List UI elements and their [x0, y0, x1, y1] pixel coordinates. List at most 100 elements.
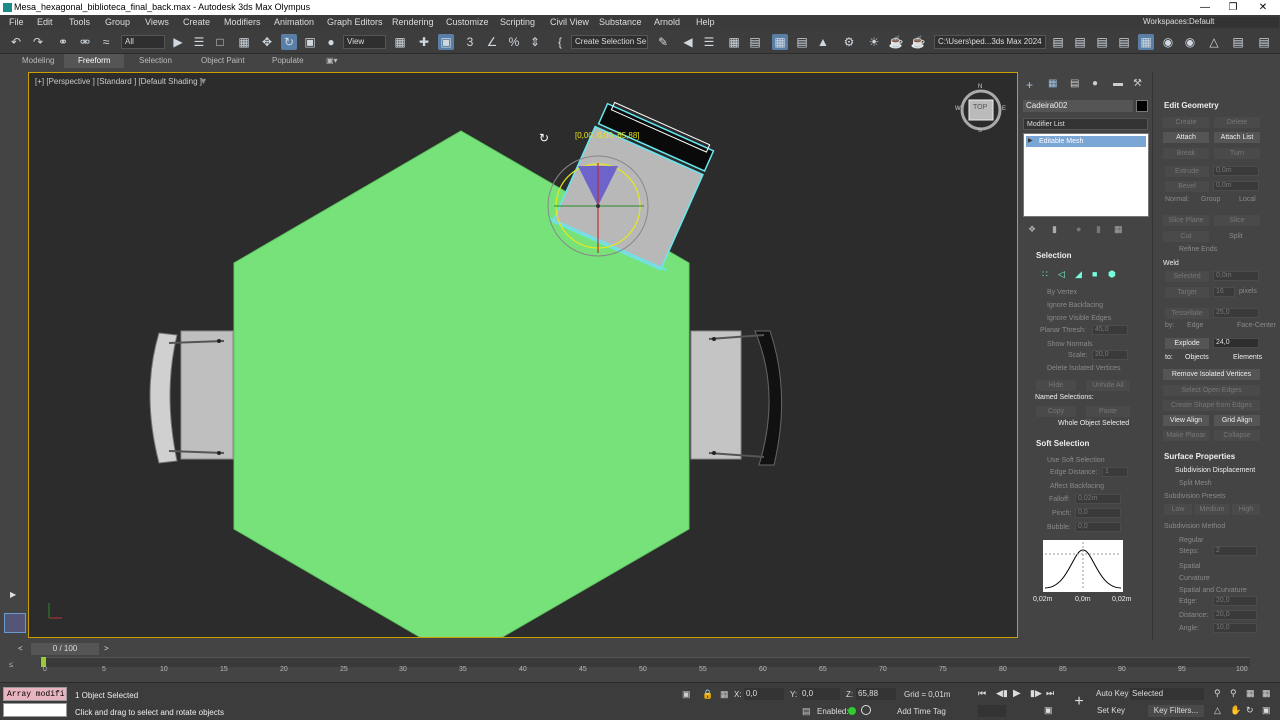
- hide-button[interactable]: Hide: [1036, 380, 1076, 391]
- zoom-all-icon[interactable]: ⚲: [1230, 688, 1237, 699]
- ribbon-options-icon[interactable]: ▣▾: [326, 56, 338, 65]
- close-icon[interactable]: ✕: [1248, 0, 1278, 15]
- perspective-viewport[interactable]: [+] [Perspective ] [Standard ] [Default …: [28, 72, 1018, 638]
- face-level-icon[interactable]: ◢: [1075, 269, 1082, 280]
- elements-radio[interactable]: Elements: [1233, 354, 1262, 361]
- rendered-frame-window-icon[interactable]: ☀: [866, 34, 882, 50]
- ignore-backfacing-checkbox[interactable]: Ignore Backfacing: [1047, 302, 1103, 309]
- tessellate-spinner[interactable]: 25,0: [1213, 308, 1259, 318]
- extrude-button[interactable]: Extrude: [1165, 166, 1209, 177]
- arnold-light-icon[interactable]: ▦: [1138, 34, 1154, 50]
- slice-button[interactable]: Slice: [1214, 215, 1260, 226]
- tab-freeform[interactable]: Freeform: [64, 54, 125, 68]
- bind-space-warp-icon[interactable]: ≈: [98, 34, 114, 50]
- menu-views[interactable]: Views: [145, 17, 169, 27]
- affect-backfacing-checkbox[interactable]: Affect Backfacing: [1050, 483, 1104, 490]
- polygon-level-icon[interactable]: ■: [1092, 269, 1097, 279]
- regular-radio[interactable]: Regular: [1179, 537, 1204, 544]
- bevel-button[interactable]: Bevel: [1165, 181, 1209, 192]
- time-tag-icon[interactable]: [861, 705, 871, 715]
- spatial-radio[interactable]: Spatial: [1179, 563, 1200, 570]
- curve-editor-icon[interactable]: ▦: [772, 34, 788, 50]
- reference-coordinate-dropdown[interactable]: View: [343, 35, 386, 49]
- select-scale-icon[interactable]: ▣: [302, 34, 318, 50]
- tessellate-button[interactable]: Tessellate: [1165, 308, 1209, 319]
- planar-thresh-spinner[interactable]: 45,0: [1092, 325, 1128, 335]
- tab-populate[interactable]: Populate: [272, 56, 304, 65]
- menu-arnold[interactable]: Arnold: [654, 17, 680, 27]
- maximize-viewport-icon[interactable]: ▣: [1262, 705, 1271, 716]
- explode-button[interactable]: Explode: [1165, 338, 1209, 349]
- select-by-name-icon[interactable]: ☰: [191, 34, 207, 50]
- menu-animation[interactable]: Animation: [274, 17, 314, 27]
- next-frame-icon[interactable]: ▮▶: [1030, 688, 1042, 699]
- isolate-selection-icon[interactable]: ▣: [682, 689, 691, 700]
- pivot-center-icon[interactable]: ▦: [392, 34, 408, 50]
- render-iterative-icon[interactable]: ☕: [910, 34, 926, 50]
- restore-icon[interactable]: ❐: [1218, 0, 1248, 15]
- link-icon[interactable]: ⚭: [55, 34, 71, 50]
- use-soft-selection-checkbox[interactable]: Use Soft Selection: [1047, 457, 1105, 464]
- make-unique-icon[interactable]: ●: [1076, 224, 1081, 234]
- window-crossing-icon[interactable]: ▦: [236, 34, 252, 50]
- time-slider-next-icon[interactable]: >: [104, 644, 109, 653]
- motion-tab-icon[interactable]: ●: [1092, 78, 1098, 89]
- refine-ends-checkbox[interactable]: Refine Ends: [1179, 246, 1217, 253]
- extrude-spinner[interactable]: 0,0m: [1213, 166, 1259, 176]
- hierarchy-tab-icon[interactable]: ▤: [1070, 78, 1079, 89]
- time-slider-prev-icon[interactable]: <: [18, 644, 23, 653]
- steps-spinner[interactable]: 2: [1213, 546, 1257, 556]
- by-vertex-checkbox[interactable]: By Vertex: [1047, 289, 1077, 296]
- z-coordinate-field[interactable]: 65,88: [856, 688, 896, 700]
- weld-target-button[interactable]: Target: [1165, 287, 1209, 298]
- menu-create[interactable]: Create: [183, 17, 210, 27]
- create-tab-icon[interactable]: +: [1026, 78, 1033, 92]
- previous-frame-icon[interactable]: ◀▮: [996, 688, 1008, 699]
- break-button[interactable]: Break: [1163, 148, 1209, 159]
- play-icon[interactable]: ▶: [1013, 688, 1021, 699]
- maxscript-output[interactable]: [3, 703, 67, 717]
- time-slider[interactable]: 0 / 100: [31, 643, 99, 655]
- weld-selected-button[interactable]: Selected: [1165, 271, 1209, 282]
- redo-icon[interactable]: ↷: [30, 34, 46, 50]
- x-coordinate-field[interactable]: 0,0: [744, 688, 784, 700]
- enabled-indicator-icon[interactable]: [848, 707, 856, 715]
- pin-stack-icon[interactable]: ❖: [1028, 224, 1036, 235]
- menu-rendering[interactable]: Rendering: [392, 17, 434, 27]
- toggle-scene-explorer-icon[interactable]: ☰: [701, 34, 717, 50]
- distance-spinner[interactable]: 20,0: [1213, 610, 1257, 620]
- select-manipulate-icon[interactable]: ✚: [416, 34, 432, 50]
- pinch-spinner[interactable]: 0,0: [1075, 508, 1121, 518]
- align-icon[interactable]: ◀: [680, 34, 696, 50]
- falloff-spinner[interactable]: 0,02m: [1075, 494, 1121, 504]
- adaptive-degradation-icon[interactable]: ▤: [802, 706, 811, 717]
- spatial-curvature-radio[interactable]: Spatial and Curvature: [1179, 587, 1247, 594]
- key-selection-dropdown[interactable]: Selected: [1130, 688, 1204, 700]
- auto-key-button[interactable]: Auto Key: [1096, 689, 1128, 698]
- local-radio[interactable]: Local: [1239, 196, 1256, 203]
- explode-spinner[interactable]: 24,0: [1213, 338, 1259, 348]
- go-to-start-icon[interactable]: ⏮: [978, 688, 986, 699]
- preset-medium-button[interactable]: Medium: [1195, 504, 1229, 515]
- attach-list-button[interactable]: Attach List: [1214, 132, 1260, 143]
- collapse-button[interactable]: Collapse: [1214, 430, 1260, 441]
- snaps-toggle-icon[interactable]: 3: [462, 34, 478, 50]
- target-pixels-spinner[interactable]: 16: [1213, 287, 1235, 297]
- render-production-icon[interactable]: ☕: [888, 34, 904, 50]
- menu-graph-editors[interactable]: Graph Editors: [327, 17, 383, 27]
- grid-align-button[interactable]: Grid Align: [1214, 415, 1260, 426]
- objects-radio[interactable]: Objects: [1185, 354, 1209, 361]
- scale-spinner[interactable]: 20,0: [1092, 350, 1128, 360]
- angle-spinner[interactable]: 10,0: [1213, 623, 1257, 633]
- edge-radio[interactable]: Edge: [1187, 322, 1203, 329]
- layer-explorer-icon[interactable]: ▦: [726, 34, 742, 50]
- preset-high-button[interactable]: High: [1232, 504, 1260, 515]
- tab-object-paint[interactable]: Object Paint: [201, 56, 245, 65]
- percent-snap-icon[interactable]: %: [506, 34, 522, 50]
- absolute-mode-icon[interactable]: ▦: [720, 689, 729, 700]
- turn-button[interactable]: Turn: [1214, 148, 1260, 159]
- menu-customize[interactable]: Customize: [446, 17, 489, 27]
- curvature-radio[interactable]: Curvature: [1179, 575, 1210, 582]
- delete-isolated-checkbox[interactable]: Delete Isolated Vertices: [1047, 365, 1121, 372]
- time-configuration-icon[interactable]: ▣: [1044, 705, 1053, 716]
